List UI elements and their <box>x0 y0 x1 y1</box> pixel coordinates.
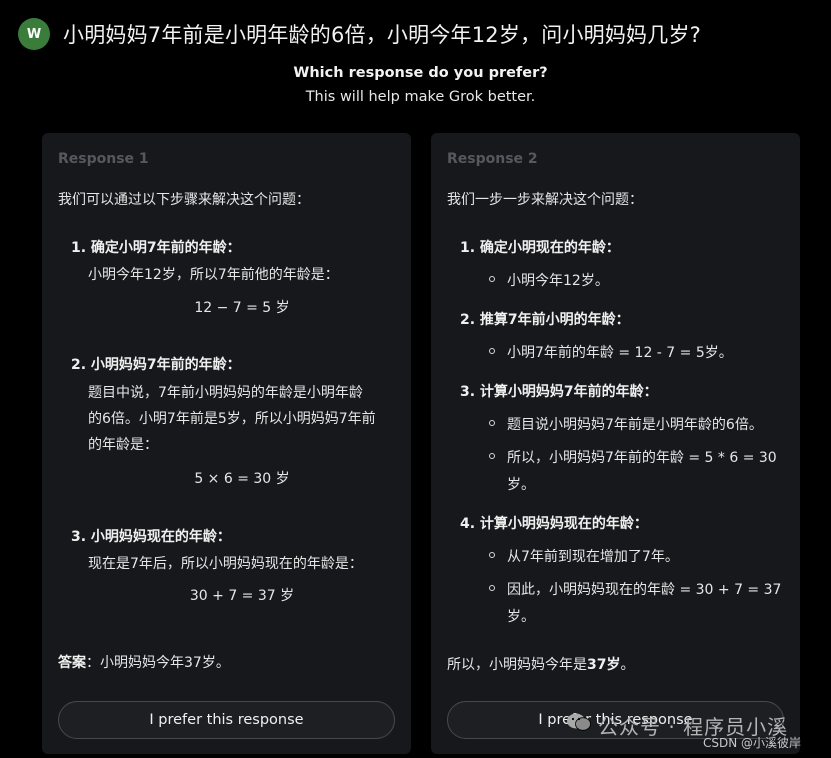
response-1-step-2-heading: 2. 小明妈妈7年前的年龄： <box>71 357 241 373</box>
bullet-icon <box>489 420 495 426</box>
response-1-title: Response 1 <box>58 151 149 167</box>
response-1-step-2-formula: 5 × 6 = 30 岁 <box>194 471 290 487</box>
response-2-intro: 我们一步一步来解决这个问题： <box>447 192 643 208</box>
response-2-step-4-bullet-2-line-1: 因此，小明妈妈现在的年龄 = 30 + 7 = 37 <box>507 582 782 598</box>
response-2-step-1-bullet-1: 小明今年12岁。 <box>507 273 609 289</box>
response-1-step-2-text-line-1: 题目中说，7年前小明妈妈的年龄是小明年龄 <box>88 385 363 401</box>
response-1-answer: 答案：小明妈妈今年37岁。 <box>58 652 230 672</box>
response-2-card: Response 2 我们一步一步来解决这个问题： 1. 确定小明现在的年龄： … <box>431 133 800 754</box>
response-1-step-1-text: 小明今年12岁，所以7年前他的年龄是： <box>88 267 339 283</box>
question-header: W 小明妈妈7年前是小明年龄的6倍，小明今年12岁，问小明妈妈几岁? <box>18 14 821 54</box>
response-1-step-1-heading: 1. 确定小明7年前的年龄： <box>71 240 241 256</box>
response-2-step-2-heading: 2. 推算7年前小明的年龄： <box>460 312 630 328</box>
response-2-conclusion-prefix: 所以，小明妈妈今年是 <box>447 657 587 673</box>
response-1-step-2-text-line-2: 的6倍。小明7年前是5岁，所以小明妈妈7年前 <box>88 411 376 427</box>
response-1-answer-text: ：小明妈妈今年37岁。 <box>86 655 230 671</box>
bullet-icon <box>489 552 495 558</box>
response-2-title: Response 2 <box>447 151 538 167</box>
response-2-step-3-bullet-2-line-1: 所以，小明妈妈7年前的年龄 = 5 * 6 = 30 <box>507 450 777 466</box>
response-2-conclusion: 所以，小明妈妈今年是37岁。 <box>447 654 634 674</box>
preference-prompt: Which response do you prefer? This will … <box>0 65 831 105</box>
response-1-step-3-heading: 3. 小明妈妈现在的年龄： <box>71 529 231 545</box>
preference-subtitle: This will help make Grok better. <box>305 89 536 105</box>
bullet-icon <box>489 276 495 282</box>
response-2-conclusion-suffix: 。 <box>620 657 635 673</box>
response-1-answer-label: 答案 <box>58 655 86 671</box>
response-1-card: Response 1 我们可以通过以下步骤来解决这个问题： 1. 确定小明7年前… <box>42 133 411 754</box>
csdn-watermark: CSDN @小溪彼岸 <box>703 736 802 750</box>
response-1-intro: 我们可以通过以下步骤来解决这个问题： <box>58 192 310 208</box>
bullet-icon <box>489 348 495 354</box>
prefer-response-1-button[interactable]: I prefer this response <box>58 701 395 739</box>
response-1-step-3-text: 现在是7年后，所以小明妈妈现在的年龄是： <box>88 556 363 572</box>
wechat-icon <box>567 713 591 731</box>
response-2-step-4-bullet-2-line-2: 岁。 <box>507 609 535 625</box>
bullet-icon <box>489 453 495 459</box>
response-1-step-2-text-line-3: 的年龄是： <box>88 437 158 453</box>
response-2-step-3-bullet-2-line-2: 岁。 <box>507 477 535 493</box>
response-2-step-2-bullet-1: 小明7年前的年龄 = 12 - 7 = 5岁。 <box>507 345 733 361</box>
response-2-step-4-heading: 4. 计算小明妈妈现在的年龄： <box>460 516 648 532</box>
user-avatar: W <box>18 18 50 50</box>
response-2-step-3-heading: 3. 计算小明妈妈7年前的年龄： <box>460 384 658 400</box>
response-1-step-1-formula: 12 − 7 = 5 岁 <box>194 300 290 316</box>
response-2-step-1-heading: 1. 确定小明现在的年龄： <box>460 240 620 256</box>
response-2-conclusion-bold: 37岁 <box>587 657 621 673</box>
response-2-step-4-bullet-1: 从7年前到现在增加了7年。 <box>507 549 679 565</box>
response-2-step-3-bullet-1: 题目说小明妈妈7年前是小明年龄的6倍。 <box>507 417 763 433</box>
bullet-icon <box>489 585 495 591</box>
user-question: 小明妈妈7年前是小明年龄的6倍，小明今年12岁，问小明妈妈几岁? <box>63 23 701 47</box>
response-1-step-3-formula: 30 + 7 = 37 岁 <box>189 588 295 604</box>
preference-question: Which response do you prefer? <box>293 65 548 81</box>
